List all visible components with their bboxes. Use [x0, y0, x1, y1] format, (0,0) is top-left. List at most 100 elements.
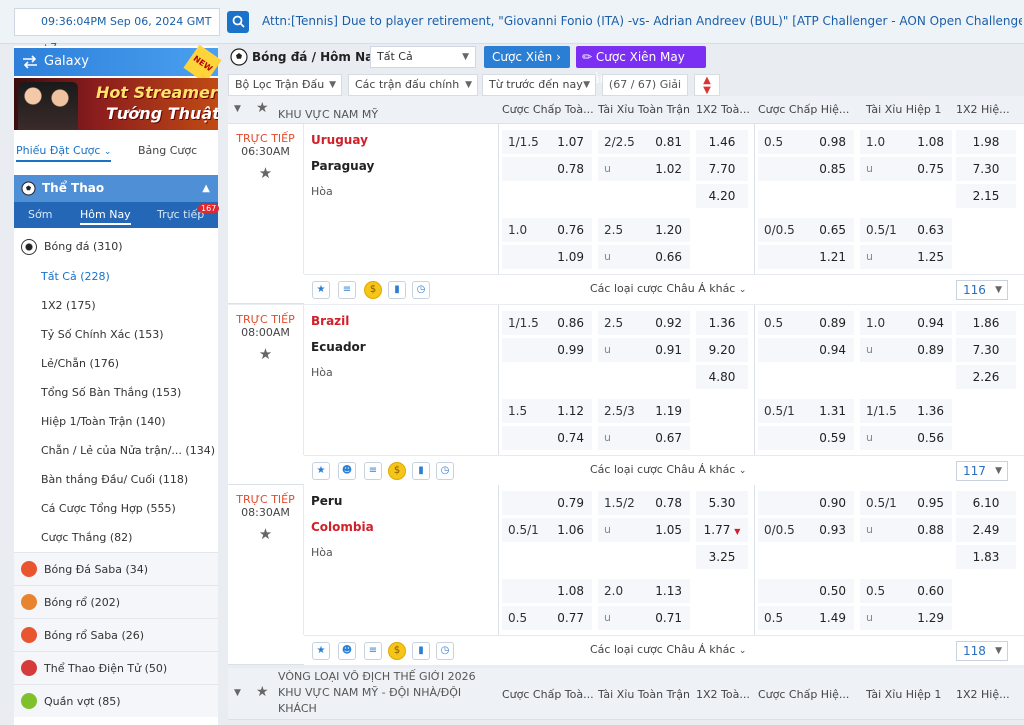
galaxy-button[interactable]: Galaxy NEW: [14, 44, 222, 84]
odds-cell[interactable]: 1.77 ▼: [696, 518, 748, 542]
odds-cell[interactable]: 1.21: [758, 245, 854, 269]
odds-cell[interactable]: 5.30: [696, 491, 748, 515]
market-select[interactable]: Tất Cả ▼: [370, 46, 476, 68]
odds-cell[interactable]: 0.74: [502, 426, 592, 450]
parlay-button[interactable]: Cược Xiên ›: [484, 46, 570, 68]
league-header[interactable]: ▼ ★ KHU VỰC NAM MỸ Cược Chấp Toà... Tài Xỉu …: [228, 96, 1024, 124]
list-icon[interactable]: ≡: [364, 642, 382, 660]
subtab-today[interactable]: Hôm Nay: [80, 208, 131, 225]
tab-bet-board[interactable]: Bảng Cược: [138, 144, 197, 157]
odds-cell[interactable]: 0.59: [758, 426, 854, 450]
odds-cell[interactable]: 2.26: [956, 365, 1016, 389]
odds-cell[interactable]: 0.90: [758, 491, 854, 515]
odds-cell[interactable]: 1.0 1.08: [860, 130, 952, 154]
chevron-down-icon[interactable]: ▼: [234, 104, 241, 114]
odds-cell[interactable]: u 0.91: [598, 338, 690, 362]
odds-cell[interactable]: u 0.71: [598, 606, 690, 630]
sub-market-item[interactable]: Cá Cược Tổng Hợp (555): [14, 494, 218, 523]
odds-cell[interactable]: 2.15: [956, 184, 1016, 208]
star-icon[interactable]: ★: [228, 525, 303, 543]
odds-cell[interactable]: 1.0 0.76: [502, 218, 592, 242]
odds-cell[interactable]: u 0.56: [860, 426, 952, 450]
search-button[interactable]: [227, 11, 249, 33]
odds-cell[interactable]: 1.0 0.94: [860, 311, 952, 335]
odds-cell[interactable]: 0/0.5 0.93: [758, 518, 854, 542]
list-icon[interactable]: ≡: [364, 462, 382, 480]
star-icon[interactable]: ★: [256, 684, 269, 700]
sub-market-item[interactable]: Lẻ/Chẵn (176): [14, 349, 218, 378]
sport-item[interactable]: Bóng rổ Saba (26): [14, 618, 218, 651]
tab-bet-slip[interactable]: Phiếu Đặt Cược ⌄: [16, 144, 112, 162]
odds-cell[interactable]: 2/2.5 0.81: [598, 130, 690, 154]
odds-cell[interactable]: 3.25: [696, 545, 748, 569]
odds-cell[interactable]: 7.30: [956, 157, 1016, 181]
odds-cell[interactable]: 2.49: [956, 518, 1016, 542]
list-icon[interactable]: ≡: [338, 281, 356, 299]
sport-item[interactable]: Bóng rổ (202): [14, 585, 218, 618]
odds-cell[interactable]: 1/1.5 0.86: [502, 311, 592, 335]
subtab-live[interactable]: Trực tiếp: [157, 208, 204, 221]
odds-cell[interactable]: 9.20: [696, 338, 748, 362]
hot-streamer-banner[interactable]: Hot Streamer Tướng Thuật: [14, 78, 218, 130]
star-icon[interactable]: ★: [228, 164, 303, 182]
mask-icon[interactable]: ☻: [338, 642, 356, 660]
odds-cell[interactable]: 4.80: [696, 365, 748, 389]
star-icon[interactable]: ★: [312, 281, 330, 299]
odds-cell[interactable]: u 1.05: [598, 518, 690, 542]
odds-cell[interactable]: 2.0 1.13: [598, 579, 690, 603]
odds-cell[interactable]: 1/1.5 1.36: [860, 399, 952, 423]
clock-icon[interactable]: ◷: [436, 462, 454, 480]
odds-cell[interactable]: u 0.67: [598, 426, 690, 450]
odds-cell[interactable]: 2.5 0.92: [598, 311, 690, 335]
coin-icon[interactable]: $: [388, 642, 406, 660]
odds-cell[interactable]: 0.78: [502, 157, 592, 181]
main-matches-select[interactable]: Các trận đấu chính ▼: [348, 74, 478, 96]
odds-cell[interactable]: 4.20: [696, 184, 748, 208]
star-icon[interactable]: ★: [312, 462, 330, 480]
odds-cell[interactable]: 0/0.5 0.65: [758, 218, 854, 242]
other-asian-bets-link[interactable]: Các loại cược Châu Á khác ⌄: [590, 282, 746, 295]
sub-market-item[interactable]: Hiệp 1/Toàn Trận (140): [14, 407, 218, 436]
sub-market-item[interactable]: 1X2 (175): [14, 291, 218, 320]
sport-item-football[interactable]: Bóng đá (310): [14, 232, 218, 262]
more-bets-count[interactable]: 118 ▼: [956, 641, 1008, 661]
odds-cell[interactable]: 0.5/1 0.95: [860, 491, 952, 515]
odds-cell[interactable]: 0.99: [502, 338, 592, 362]
odds-cell[interactable]: 1.09: [502, 245, 592, 269]
star-icon[interactable]: ★: [312, 642, 330, 660]
sport-item[interactable]: Quần vợt (85): [14, 684, 218, 717]
odds-cell[interactable]: 1.5/2 0.78: [598, 491, 690, 515]
odds-cell[interactable]: 7.30: [956, 338, 1016, 362]
odds-cell[interactable]: 0.5/1 1.31: [758, 399, 854, 423]
odds-cell[interactable]: 2.5 1.20: [598, 218, 690, 242]
league-header[interactable]: ▼ ★ VÒNG LOẠI VÔ ĐỊCH THẾ GIỚI 2026 KHU VỰC…: [228, 668, 1024, 720]
odds-cell[interactable]: 1.08: [502, 579, 592, 603]
star-icon[interactable]: ★: [228, 345, 303, 363]
clock-icon[interactable]: ◷: [436, 642, 454, 660]
sport-item[interactable]: Thể Thao Điện Tử (50): [14, 651, 218, 684]
odds-cell[interactable]: 0.50: [758, 579, 854, 603]
odds-cell[interactable]: 1.36: [696, 311, 748, 335]
odds-cell[interactable]: u 1.25: [860, 245, 952, 269]
time-range-select[interactable]: Từ trước đến nay ▼: [482, 74, 596, 96]
subtab-early[interactable]: Sớm: [28, 208, 52, 221]
coin-icon[interactable]: $: [388, 462, 406, 480]
odds-cell[interactable]: 1.86: [956, 311, 1016, 335]
odds-cell[interactable]: u 0.66: [598, 245, 690, 269]
odds-cell[interactable]: 0.5 0.77: [502, 606, 592, 630]
odds-cell[interactable]: 2.5/3 1.19: [598, 399, 690, 423]
odds-cell[interactable]: u 0.75: [860, 157, 952, 181]
odds-cell[interactable]: u 0.88: [860, 518, 952, 542]
odds-cell[interactable]: u 0.89: [860, 338, 952, 362]
announcement-ticker[interactable]: Attn:[Tennis] Due to player retirement, …: [262, 14, 1022, 28]
chevron-down-icon[interactable]: ▼: [234, 688, 241, 698]
odds-cell[interactable]: 0.5 0.60: [860, 579, 952, 603]
odds-cell[interactable]: 0.85: [758, 157, 854, 181]
odds-cell[interactable]: 0.5 0.89: [758, 311, 854, 335]
odds-cell[interactable]: 1.5 1.12: [502, 399, 592, 423]
sub-market-item[interactable]: Tổng Số Bàn Thắng (153): [14, 378, 218, 407]
sub-market-item[interactable]: Cược Thắng (82): [14, 523, 218, 552]
match-filter-select[interactable]: Bộ Lọc Trận Đấu ▼: [228, 74, 342, 96]
odds-cell[interactable]: 1.46: [696, 130, 748, 154]
odds-cell[interactable]: 1/1.5 1.07: [502, 130, 592, 154]
